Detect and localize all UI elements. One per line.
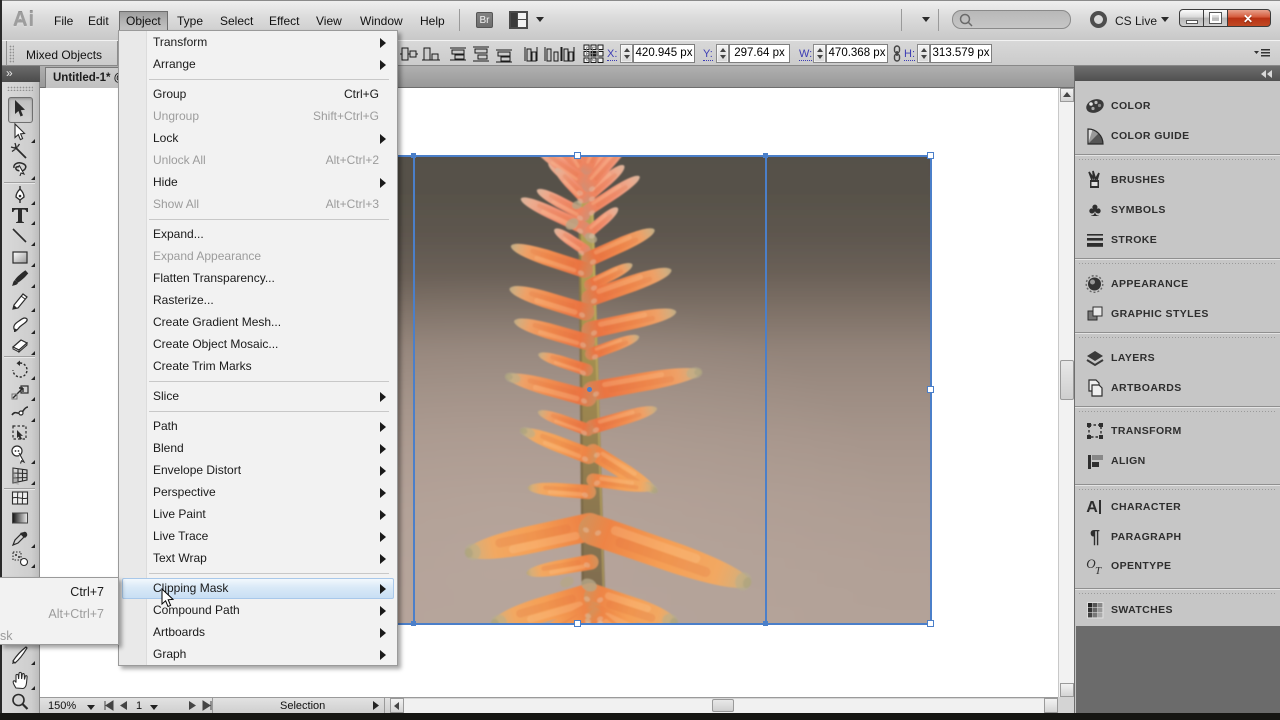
svg-text:T: T: [1095, 565, 1102, 577]
svg-text:♣: ♣: [1089, 200, 1101, 221]
svg-text:A: A: [1086, 499, 1098, 516]
svg-text:¶: ¶: [1090, 527, 1100, 547]
